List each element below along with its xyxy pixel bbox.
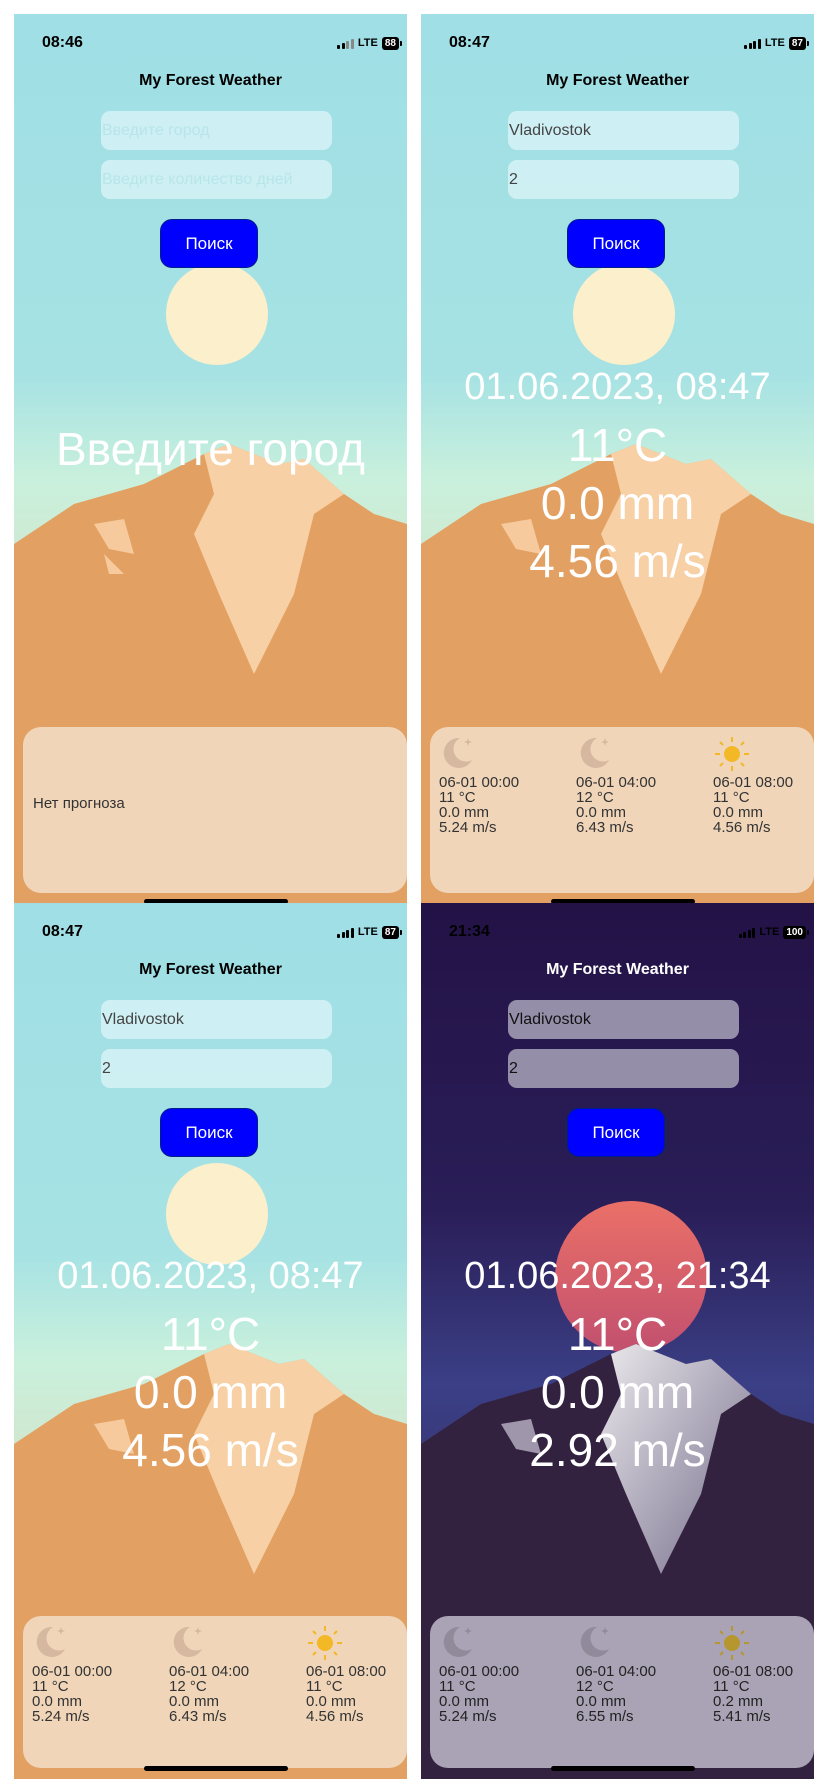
current-wind: 2.92 m/s — [529, 1424, 706, 1476]
enter-city-message: Введите город — [56, 423, 365, 475]
screen-night-forecast: 21:34 LTE 100 My Forest Weather Vladivos… — [421, 903, 814, 1779]
app-title: My Forest Weather — [139, 961, 282, 978]
network-label: LTE — [357, 926, 378, 938]
current-temperature: 11°C — [567, 419, 668, 471]
search-button[interactable]: Поиск — [567, 1108, 665, 1157]
moon-icon — [580, 737, 609, 768]
city-input[interactable]: Vladivostok — [101, 1000, 332, 1039]
days-input[interactable]: Введите количество дней — [101, 160, 332, 199]
clock: 08:47 — [449, 34, 490, 51]
sun-icon — [715, 1626, 749, 1660]
no-forecast-label: Нет прогноза — [33, 795, 125, 812]
forecast-panel: Нет прогноза — [23, 727, 407, 893]
screen-day-forecast: 08:47 LTE 87 My Forest Weather Vladivost… — [14, 903, 407, 1779]
battery-icon: 88 — [381, 36, 403, 50]
search-button[interactable]: Поиск — [567, 219, 665, 268]
moon-icon — [580, 1626, 609, 1657]
forecast-item: 06-01 00:00 11 °C 0.0 mm 5.24 m/s — [430, 727, 560, 835]
moon-icon — [173, 1626, 202, 1657]
current-weather: 01.06.2023, 08:47 11°C 0.0 mm 4.56 m/s — [14, 1247, 407, 1479]
current-precipitation: 0.0 mm — [540, 477, 695, 529]
battery-icon: 87 — [381, 925, 403, 939]
sun-shape — [166, 263, 268, 365]
current-temperature: 11°C — [567, 1308, 668, 1360]
days-input[interactable]: 2 — [508, 1049, 739, 1088]
forecast-item: 06-01 04:00 12 °C 0.0 mm 6.55 m/s — [567, 1616, 697, 1724]
forecast-item: 06-01 08:00 11 °C 0.0 mm 4.56 m/s — [704, 727, 814, 835]
current-precipitation: 0.0 mm — [133, 1366, 288, 1418]
forecast-item: 06-01 08:00 11 °C 0.2 mm 5.41 m/s — [704, 1616, 814, 1724]
forecast-panel[interactable]: 06-01 00:00 11 °C 0.0 mm 5.24 m/s 06-01 … — [430, 1616, 814, 1768]
status-bar: 08:47 LTE 87 — [449, 32, 810, 54]
forecast-panel[interactable]: 06-01 00:00 11 °C 0.0 mm 5.24 m/s 06-01 … — [23, 1616, 407, 1768]
home-indicator — [551, 1766, 695, 1771]
status-bar: 08:47 LTE 87 — [42, 921, 403, 943]
sun-icon — [715, 737, 749, 771]
status-bar: 21:34 LTE 100 — [449, 921, 809, 943]
days-input[interactable]: 2 — [101, 1049, 332, 1088]
app-title: My Forest Weather — [139, 72, 282, 89]
current-datetime: 01.06.2023, 21:34 — [464, 1255, 771, 1297]
current-precipitation: 0.0 mm — [540, 1366, 695, 1418]
clock: 08:47 — [42, 923, 83, 940]
sun-icon — [308, 1626, 342, 1660]
home-indicator — [144, 1766, 288, 1771]
current-weather: 01.06.2023, 21:34 11°C 0.0 mm 2.92 m/s — [421, 1247, 814, 1479]
current-temperature: 11°C — [160, 1308, 261, 1360]
network-label: LTE — [759, 926, 780, 938]
signal-icon — [337, 38, 354, 49]
app-title: My Forest Weather — [546, 961, 689, 978]
city-input[interactable]: Vladivostok — [508, 1000, 739, 1039]
app-title: My Forest Weather — [546, 72, 689, 89]
forecast-panel[interactable]: 06-01 00:00 11 °C 0.0 mm 5.24 m/s 06-01 … — [430, 727, 814, 893]
battery-icon: 100 — [783, 925, 809, 939]
network-label: LTE — [357, 37, 378, 49]
signal-icon — [744, 38, 761, 49]
moon-icon — [36, 1626, 65, 1657]
signal-icon — [738, 927, 756, 938]
screen-empty-state: 08:46 LTE 88 My Forest Weather Введите г… — [14, 14, 407, 912]
current-wind: 4.56 m/s — [529, 535, 706, 587]
signal-icon — [337, 927, 354, 938]
forecast-item: 06-01 00:00 11 °C 0.0 mm 5.24 m/s — [430, 1616, 560, 1724]
status-bar: 08:46 LTE 88 — [42, 32, 403, 54]
city-input[interactable]: Vladivostok — [508, 111, 739, 150]
moon-icon — [443, 737, 472, 768]
forecast-item: 06-01 00:00 11 °C 0.0 mm 5.24 m/s — [23, 1616, 153, 1724]
days-input[interactable]: 2 — [508, 160, 739, 199]
current-weather: 01.06.2023, 08:47 11°C 0.0 mm 4.56 m/s — [421, 358, 814, 590]
screen-day-forecast: 08:47 LTE 87 My Forest Weather Vladivost… — [421, 14, 814, 912]
current-datetime: 01.06.2023, 08:47 — [57, 1255, 364, 1297]
search-button[interactable]: Поиск — [160, 219, 258, 268]
network-label: LTE — [764, 37, 785, 49]
forecast-item: 06-01 04:00 12 °C 0.0 mm 6.43 m/s — [160, 1616, 290, 1724]
forecast-item: 06-01 04:00 12 °C 0.0 mm 6.43 m/s — [567, 727, 697, 835]
clock: 08:46 — [42, 34, 83, 51]
current-wind: 4.56 m/s — [122, 1424, 299, 1476]
battery-icon: 87 — [788, 36, 810, 50]
forecast-item: 06-01 08:00 11 °C 0.0 mm 4.56 m/s — [297, 1616, 407, 1724]
moon-icon — [443, 1626, 472, 1657]
search-button[interactable]: Поиск — [160, 1108, 258, 1157]
current-datetime: 01.06.2023, 08:47 — [464, 366, 771, 408]
clock: 21:34 — [449, 923, 490, 940]
city-input[interactable]: Введите город — [101, 111, 332, 150]
